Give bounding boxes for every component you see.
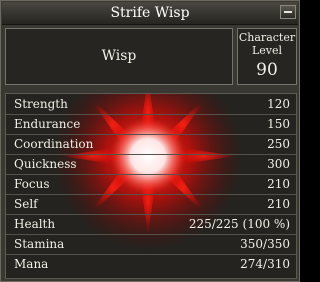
title-bar[interactable]: Strife Wisp	[2, 2, 298, 25]
minimize-icon	[284, 11, 292, 13]
stat-value: 210	[267, 197, 290, 211]
level-value: 90	[256, 60, 278, 80]
window-title: Strife Wisp	[110, 5, 190, 21]
stat-row-endurance: Endurance 150	[6, 114, 296, 135]
stat-row-strength: Strength 120	[6, 94, 296, 115]
stat-label: Strength	[14, 97, 68, 111]
stat-label: Self	[14, 197, 38, 211]
stat-value: 350/350	[240, 237, 290, 251]
stat-value: 300	[267, 157, 290, 171]
stats-panel: Strength 120 Endurance 150 Coordination …	[5, 93, 297, 279]
stat-label: Mana	[14, 257, 49, 271]
stat-label: Focus	[14, 177, 50, 191]
stat-row-mana: Mana 274/310	[6, 254, 296, 274]
character-info: Wisp Character Level 90	[5, 28, 297, 85]
stat-label: Stamina	[14, 237, 65, 251]
stat-row-quickness: Quickness 300	[6, 154, 296, 175]
stat-value: 120	[267, 97, 290, 111]
stat-label: Endurance	[14, 117, 81, 131]
stat-value: 274/310	[240, 257, 290, 271]
level-box: Character Level 90	[237, 28, 297, 85]
level-label-line2: Level	[251, 44, 283, 57]
stat-value: 225/225 (100 %)	[188, 217, 290, 231]
stat-label: Health	[14, 217, 56, 231]
character-window: Strife Wisp Wisp Character Level 90 Stre…	[0, 0, 300, 282]
stat-row-stamina: Stamina 350/350	[6, 234, 296, 255]
stat-value: 150	[267, 117, 290, 131]
character-name: Wisp	[5, 28, 233, 85]
stat-value: 210	[267, 177, 290, 191]
level-label: Character Level	[238, 31, 296, 57]
stat-value: 250	[267, 137, 290, 151]
stat-row-self: Self 210	[6, 194, 296, 215]
stat-row-focus: Focus 210	[6, 174, 296, 195]
minimize-button[interactable]	[280, 5, 296, 19]
stat-row-health: Health 225/225 (100 %)	[6, 214, 296, 235]
stat-label: Coordination	[14, 137, 94, 151]
stat-row-coordination: Coordination 250	[6, 134, 296, 155]
level-label-line1: Character	[238, 31, 296, 44]
stat-label: Quickness	[14, 157, 77, 171]
